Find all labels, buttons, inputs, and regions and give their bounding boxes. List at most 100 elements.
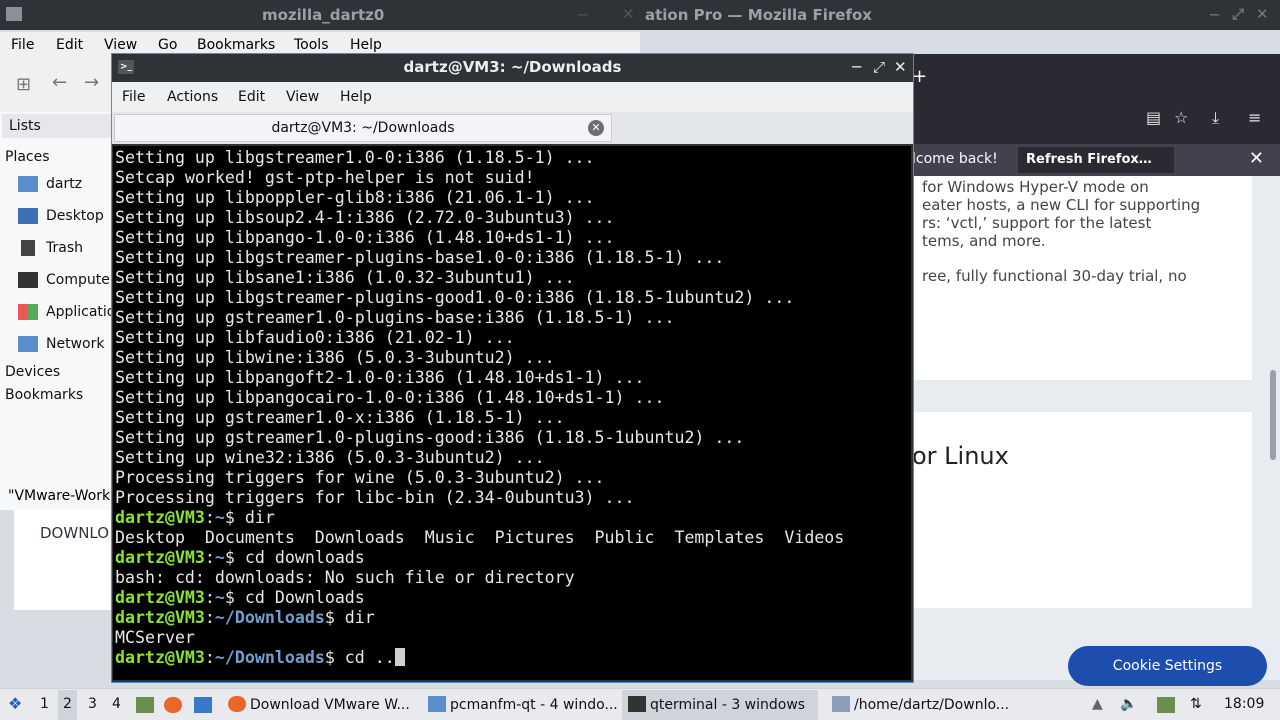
card-text: ree, fully functional 30-day trial, no bbox=[922, 267, 1187, 285]
terminal-line: dartz@VM3:~$ cd downloads bbox=[115, 548, 844, 568]
file-manager-launcher-icon[interactable] bbox=[136, 697, 154, 713]
volume-icon[interactable]: 🔈 bbox=[1120, 696, 1137, 712]
command-text: $ dir bbox=[224, 508, 275, 527]
close-icon[interactable]: ✕ bbox=[622, 5, 635, 23]
workspace-4[interactable]: 4 bbox=[112, 696, 121, 712]
taskbar: ❖ 1 2 3 4 Download VMware W... pcmanfm-q… bbox=[0, 688, 1280, 720]
task-qterminal[interactable]: qterminal - 3 windows bbox=[622, 690, 818, 720]
menu-help[interactable]: Help bbox=[350, 37, 382, 53]
sidebar-item-trash[interactable]: Trash bbox=[18, 240, 112, 262]
sidebar-item-applications[interactable]: Applications bbox=[18, 304, 112, 326]
close-tab-icon[interactable]: ✕ bbox=[588, 120, 604, 136]
desktop-launcher-icon[interactable] bbox=[194, 697, 212, 713]
prompt-separator: : bbox=[204, 648, 215, 667]
reader-view-icon[interactable]: ▤ bbox=[1146, 108, 1161, 127]
downloads-icon[interactable]: ⤓ bbox=[1212, 108, 1219, 128]
menu-help[interactable]: Help bbox=[340, 89, 372, 105]
devices-heading: Devices bbox=[5, 364, 61, 380]
terminal-tab[interactable]: dartz@VM3: ~/Downloads ✕ bbox=[114, 114, 612, 142]
menu-actions[interactable]: Actions bbox=[167, 89, 218, 105]
close-icon[interactable]: ✕ bbox=[1256, 5, 1269, 23]
scrollbar-thumb[interactable] bbox=[1270, 370, 1276, 460]
prompt-user: dartz@VM3 bbox=[115, 508, 205, 527]
terminal-line: Setting up libpangocairo-1.0-0:i386 (1.4… bbox=[115, 388, 665, 407]
menu-file[interactable]: File bbox=[11, 37, 34, 53]
forward-arrow-icon[interactable]: → bbox=[84, 72, 99, 93]
close-icon[interactable]: ✕ bbox=[1249, 148, 1264, 169]
cookie-settings-button[interactable]: Cookie Settings bbox=[1068, 646, 1267, 686]
terminal-line: Setting up libpoppler-glib8:i386 (21.06.… bbox=[115, 188, 595, 207]
menu-view[interactable]: View bbox=[104, 37, 137, 53]
menu-icon[interactable]: ≡ bbox=[1248, 108, 1261, 127]
command-text: $ cd .. bbox=[324, 648, 395, 667]
task-firefox[interactable]: Download VMware W... bbox=[222, 690, 418, 720]
menu-view[interactable]: View bbox=[286, 89, 319, 105]
window-title: dartz@VM3: ~/Downloads bbox=[403, 58, 622, 76]
clipboard-icon[interactable] bbox=[1157, 697, 1175, 713]
close-icon[interactable]: ✕ bbox=[894, 54, 907, 81]
terminal-line: Setting up libgstreamer-plugins-good1.0-… bbox=[115, 288, 795, 307]
sidebar-item-home[interactable]: dartz bbox=[18, 176, 112, 198]
tray-expand-icon[interactable]: ▲ bbox=[1092, 696, 1103, 712]
firefox-icon bbox=[228, 696, 246, 712]
window-title-right: ation Pro — Mozilla Firefox bbox=[645, 6, 872, 24]
sidebar-mode-select[interactable]: Lists bbox=[2, 114, 112, 138]
terminal-icon bbox=[628, 696, 646, 712]
tab-label: dartz@VM3: ~/Downloads bbox=[271, 120, 455, 136]
new-window-icon[interactable]: ⊞ bbox=[16, 74, 31, 95]
menu-tools[interactable]: Tools bbox=[294, 37, 329, 53]
folder-icon bbox=[6, 7, 22, 21]
task-folder[interactable]: /home/dartz/Downlo... bbox=[826, 690, 1022, 720]
computer-icon bbox=[18, 272, 38, 288]
prompt-path: ~ bbox=[214, 588, 225, 607]
task-pcmanfm[interactable]: pcmanfm-qt - 4 windo... bbox=[422, 690, 618, 720]
refresh-firefox-button[interactable]: Refresh Firefox… bbox=[1018, 147, 1174, 173]
text-cursor bbox=[394, 648, 405, 666]
card-heading: or Linux bbox=[912, 442, 1009, 470]
bookmark-star-icon[interactable]: ☆ bbox=[1174, 108, 1188, 127]
maximize-icon[interactable]: ⤢ bbox=[873, 54, 885, 81]
minimize-icon[interactable]: ─ bbox=[852, 54, 861, 81]
minimize-icon[interactable]: ─ bbox=[1210, 6, 1219, 24]
prompt-path: ~ bbox=[214, 548, 225, 567]
card-text: tems, and more. bbox=[922, 232, 1046, 250]
workspace-3[interactable]: 3 bbox=[88, 696, 97, 712]
menu-edit[interactable]: Edit bbox=[238, 89, 265, 105]
prompt-separator: : bbox=[204, 548, 215, 567]
menu-go[interactable]: Go bbox=[158, 37, 177, 53]
terminal-line: Setting up libsoup2.4-1:i386 (2.72.0-3ub… bbox=[115, 208, 615, 227]
menu-edit[interactable]: Edit bbox=[56, 37, 83, 53]
minimize-icon[interactable]: ─ bbox=[578, 6, 587, 24]
card-text: eater hosts, a new CLI for supporting bbox=[922, 196, 1201, 214]
terminal-output[interactable]: Setting up libgstreamer1.0-0:i386 (1.18.… bbox=[113, 146, 911, 680]
download-link[interactable]: DOWNLO bbox=[40, 524, 109, 542]
back-arrow-icon[interactable]: ← bbox=[52, 72, 67, 93]
command-text: $ dir bbox=[324, 608, 375, 627]
prompt-user: dartz@VM3 bbox=[115, 648, 205, 667]
sidebar-item-computer[interactable]: Computer bbox=[18, 272, 112, 294]
terminal-line: dartz@VM3:~$ dir bbox=[115, 508, 844, 528]
terminal-line: dartz@VM3:~/Downloads$ cd .. bbox=[115, 648, 844, 668]
sidebar-item-desktop[interactable]: Desktop bbox=[18, 208, 112, 230]
terminal-line: dartz@VM3:~/Downloads$ dir bbox=[115, 608, 844, 628]
terminal-line: Setting up libsane1:i386 (1.0.32-3ubuntu… bbox=[115, 268, 575, 287]
terminal-line: Desktop Documents Downloads Music Pictur… bbox=[115, 528, 845, 547]
maximize-icon[interactable]: ⤢ bbox=[1232, 5, 1244, 23]
network-tray-icon[interactable]: ⇅ bbox=[1190, 696, 1202, 712]
home-folder-icon bbox=[18, 176, 38, 192]
folder-icon bbox=[428, 696, 446, 712]
terminal-line: Processing triggers for libc-bin (2.34-0… bbox=[115, 488, 635, 507]
menu-bookmarks[interactable]: Bookmarks bbox=[197, 37, 275, 53]
start-menu-icon[interactable]: ❖ bbox=[8, 694, 22, 713]
bookmarks-heading: Bookmarks bbox=[5, 387, 84, 403]
firefox-launcher-icon[interactable] bbox=[164, 697, 182, 713]
desktop-icon bbox=[18, 208, 38, 224]
menu-file[interactable]: File bbox=[122, 89, 145, 105]
terminal-icon: >_ bbox=[118, 60, 134, 74]
sidebar-item-network[interactable]: Network bbox=[18, 336, 112, 358]
new-tab-button[interactable]: + bbox=[912, 66, 927, 87]
workspace-1[interactable]: 1 bbox=[40, 696, 49, 712]
terminal-line: Processing triggers for wine (5.0.3-3ubu… bbox=[115, 468, 605, 487]
workspace-2[interactable]: 2 bbox=[58, 690, 77, 720]
trash-icon bbox=[21, 240, 35, 256]
